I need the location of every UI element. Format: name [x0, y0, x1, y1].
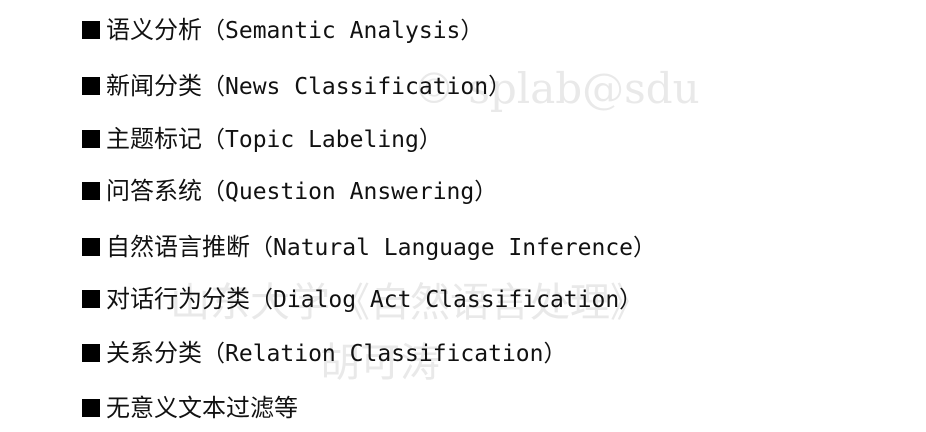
item-chinese-label: 主题标记	[106, 125, 202, 153]
item-english-label: （Topic Labeling）	[202, 127, 442, 153]
item-chinese-label: 无意义文本过滤等	[106, 394, 298, 422]
square-bullet-icon	[82, 21, 100, 39]
item-english-label: （Relation Classification）	[202, 341, 567, 367]
list-item: 关系分类（Relation Classification）	[82, 338, 567, 368]
item-english-label: （Question Answering）	[202, 179, 498, 205]
item-english-label: （News Classification）	[202, 74, 512, 100]
list-item: 主题标记（Topic Labeling）	[82, 124, 442, 154]
item-chinese-label: 对话行为分类	[106, 285, 250, 313]
item-english-label: （Semantic Analysis）	[202, 18, 484, 44]
item-chinese-label: 问答系统	[106, 177, 202, 205]
item-chinese-label: 新闻分类	[106, 72, 202, 100]
square-bullet-icon	[82, 77, 100, 95]
list-item: 对话行为分类（Dialog Act Classification）	[82, 284, 642, 314]
item-chinese-label: 语义分析	[106, 16, 202, 44]
list-item: 语义分析（Semantic Analysis）	[82, 15, 483, 45]
list-item: 自然语言推断（Natural Language Inference）	[82, 232, 656, 262]
list-item: 新闻分类（News Classification）	[82, 71, 511, 101]
square-bullet-icon	[82, 238, 100, 256]
square-bullet-icon	[82, 344, 100, 362]
item-chinese-label: 自然语言推断	[106, 233, 250, 261]
square-bullet-icon	[82, 399, 100, 417]
item-english-label: （Dialog Act Classification）	[250, 287, 643, 313]
square-bullet-icon	[82, 182, 100, 200]
item-english-label: （Natural Language Inference）	[250, 235, 657, 261]
list-item: 无意义文本过滤等	[82, 393, 298, 423]
square-bullet-icon	[82, 290, 100, 308]
square-bullet-icon	[82, 130, 100, 148]
list-item: 问答系统（Question Answering）	[82, 176, 497, 206]
item-chinese-label: 关系分类	[106, 339, 202, 367]
